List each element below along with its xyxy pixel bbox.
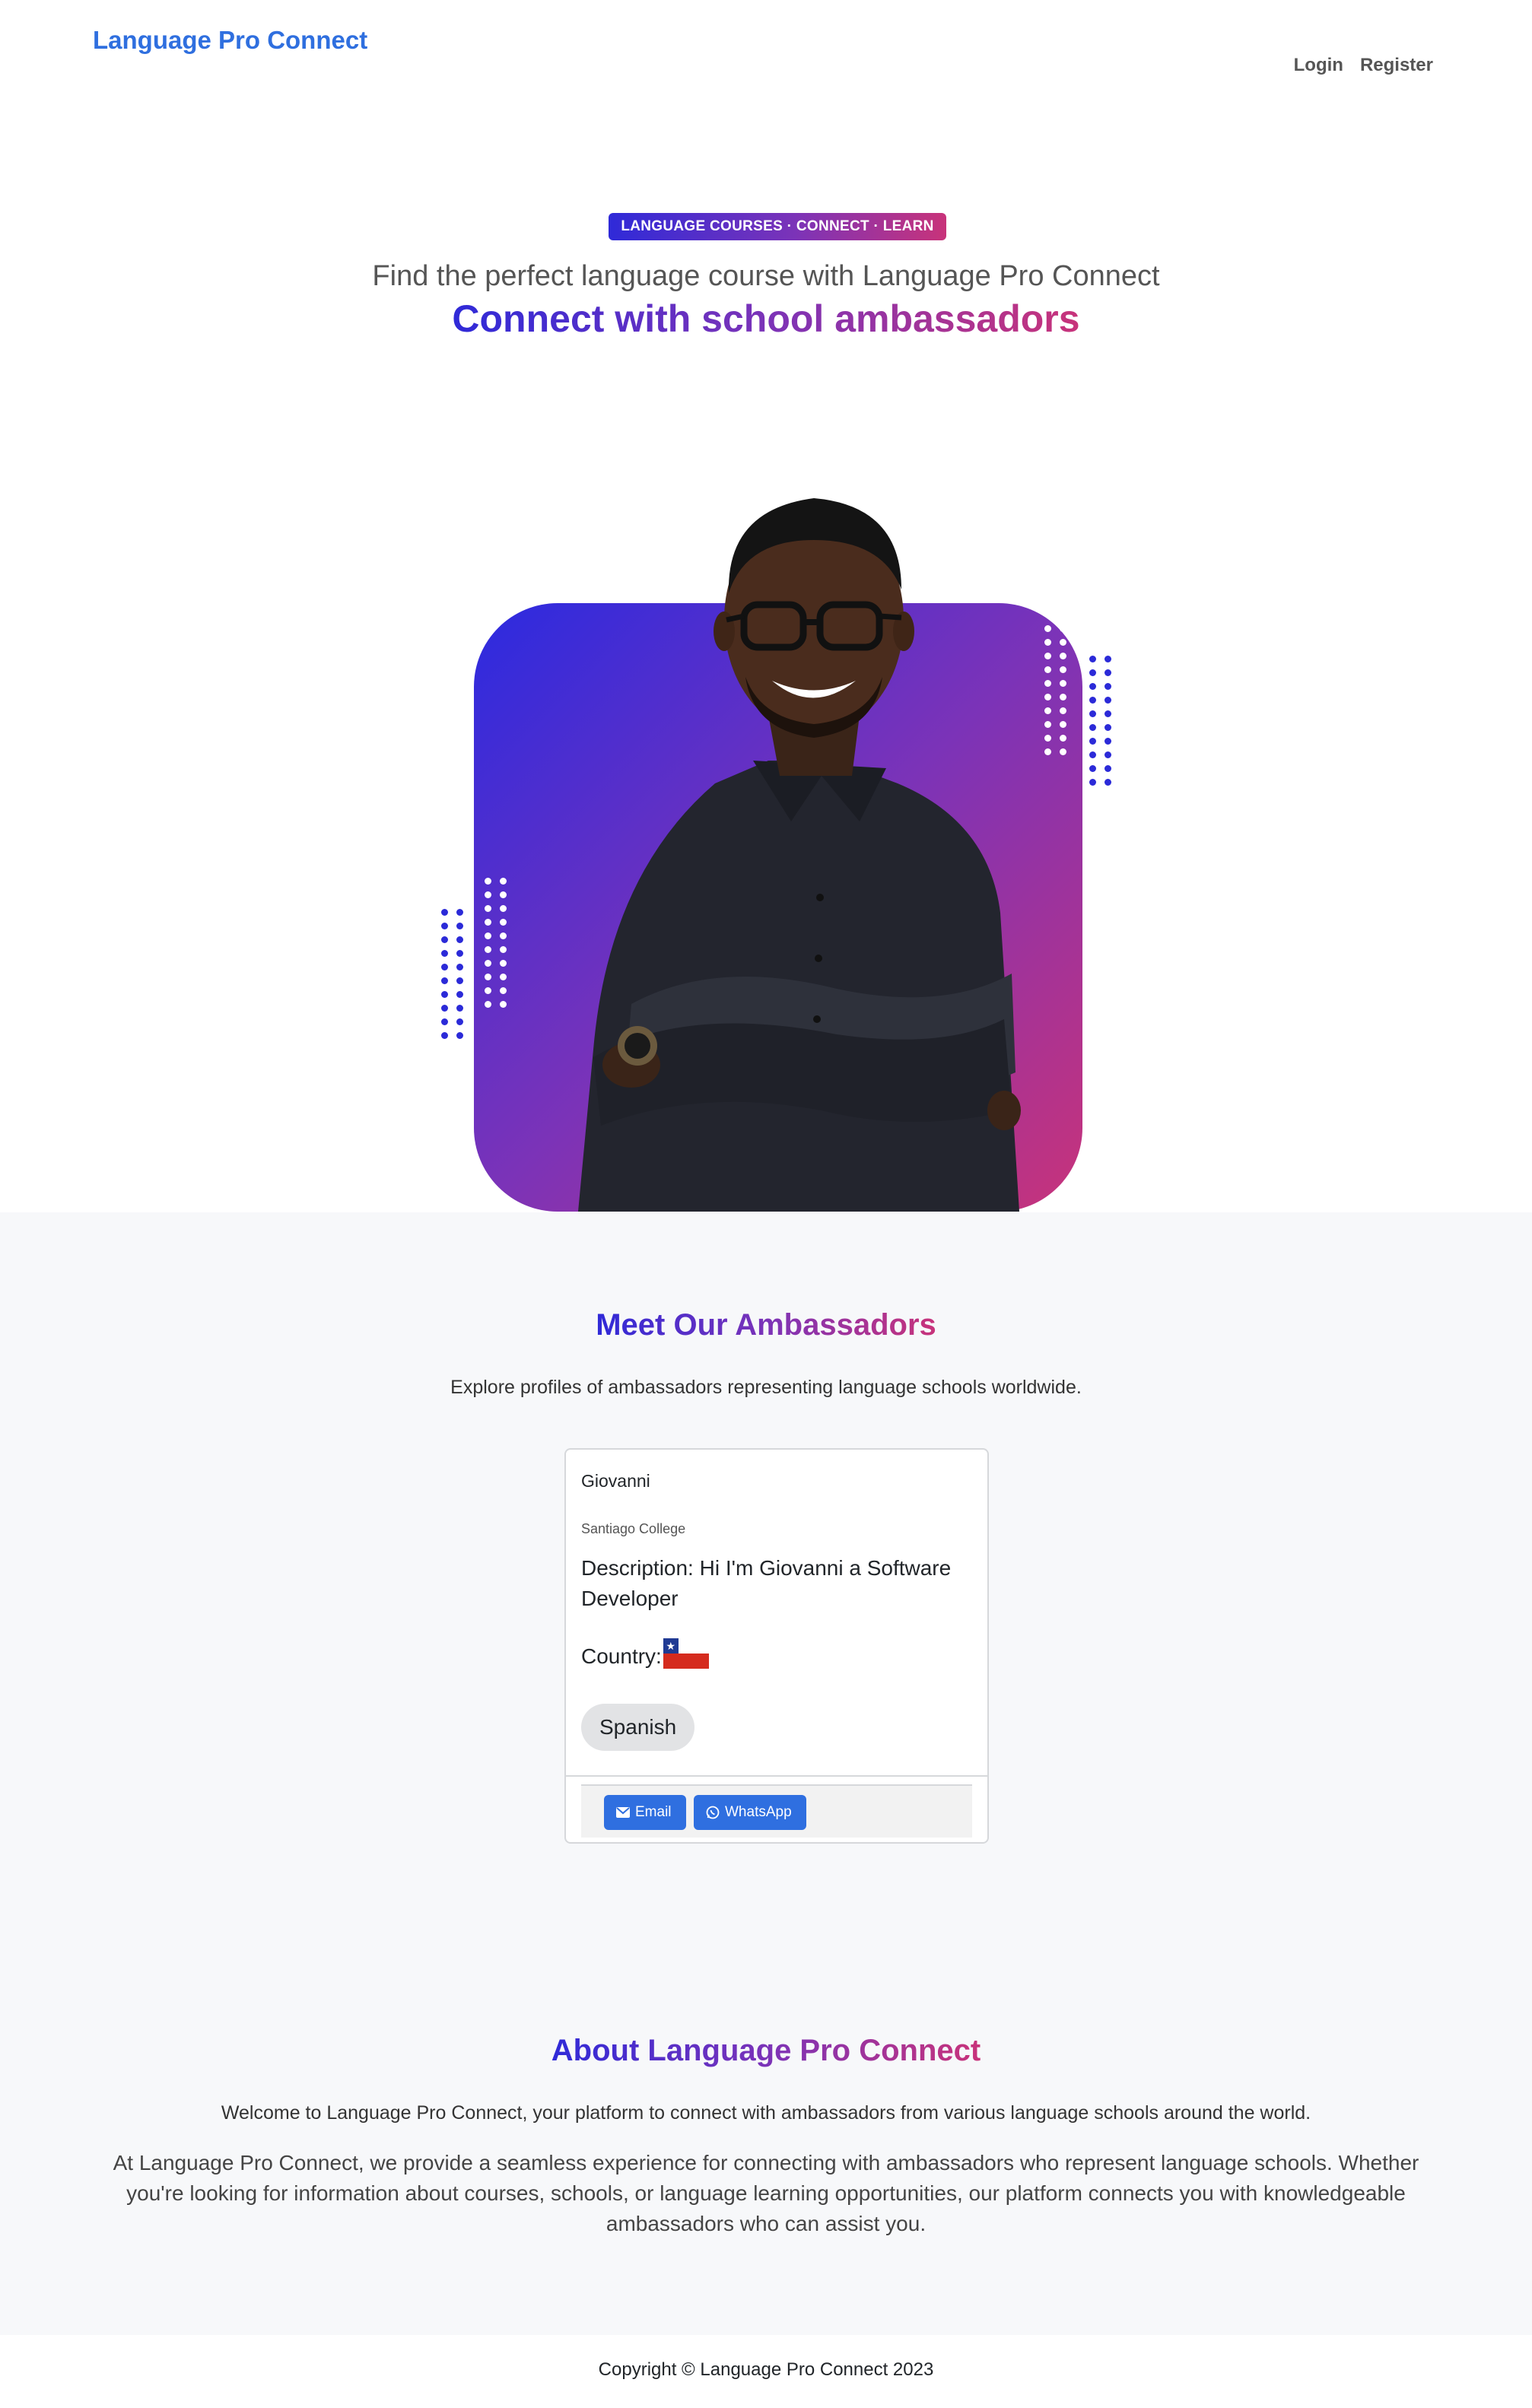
ambassador-country: Country: ★ [581, 1638, 709, 1669]
dot-pattern-right-blue [1089, 656, 1111, 786]
ambassador-card: Giovanni Santiago College Description: H… [564, 1448, 989, 1844]
country-label: Country: [581, 1644, 662, 1668]
ambassadors-section: Meet Our Ambassadors Explore profiles of… [0, 1212, 1532, 2335]
navbar: Language Pro Connect Login Register [0, 0, 1532, 91]
ambassador-name: Giovanni [581, 1471, 650, 1491]
email-button-label: Email [635, 1804, 672, 1820]
hero-subtitle: Find the perfect language course with La… [372, 260, 1160, 292]
language-pill: Spanish [581, 1704, 695, 1751]
footer: Copyright © Language Pro Connect 2023 [0, 2335, 1532, 2408]
hero-title-wrap: Connect with school ambassadors [0, 297, 1532, 341]
dot-pattern-left-blue [441, 909, 463, 1039]
about-title: About Language Pro Connect [551, 2034, 981, 2067]
register-link[interactable]: Register [1360, 55, 1433, 76]
about-intro: Welcome to Language Pro Connect, your pl… [221, 2102, 1311, 2124]
whatsapp-button-label: WhatsApp [725, 1804, 792, 1820]
ambassadors-title: Meet Our Ambassadors [596, 1308, 936, 1342]
card-footer: Email WhatsApp [566, 1775, 987, 1844]
ambassador-school: Santiago College [581, 1521, 686, 1536]
ambassador-portrait-image [578, 498, 1021, 1212]
ambassadors-subtitle: Explore profiles of ambassadors represen… [450, 1377, 1082, 1398]
chile-flag-icon: ★ [663, 1638, 709, 1669]
dot-pattern-left-white [485, 878, 507, 1008]
ambassador-description: Description: Hi I'm Giovanni a Software … [581, 1556, 952, 1610]
hero-badge: LANGUAGE COURSES · CONNECT · LEARN [609, 213, 946, 240]
hero-section: LANGUAGE COURSES · CONNECT · LEARN Find … [0, 91, 1532, 1212]
nav-links: Login Register [1294, 55, 1433, 76]
whatsapp-icon [706, 1806, 720, 1819]
hero-illustration [426, 426, 1126, 1217]
whatsapp-button[interactable]: WhatsApp [694, 1795, 806, 1830]
ambassadors-title-wrap: Meet Our Ambassadors [0, 1308, 1532, 1342]
card-footer-actions: Email WhatsApp [581, 1784, 972, 1838]
about-title-wrap: About Language Pro Connect [0, 2034, 1532, 2068]
login-link[interactable]: Login [1294, 55, 1343, 76]
footer-copyright: Copyright © Language Pro Connect 2023 [598, 2359, 934, 2380]
brand-logo[interactable]: Language Pro Connect [93, 26, 367, 55]
about-body: At Language Pro Connect, we provide a se… [113, 2151, 1419, 2235]
envelope-icon [616, 1807, 630, 1818]
hero-title: Connect with school ambassadors [452, 297, 1080, 340]
email-button[interactable]: Email [604, 1795, 686, 1830]
